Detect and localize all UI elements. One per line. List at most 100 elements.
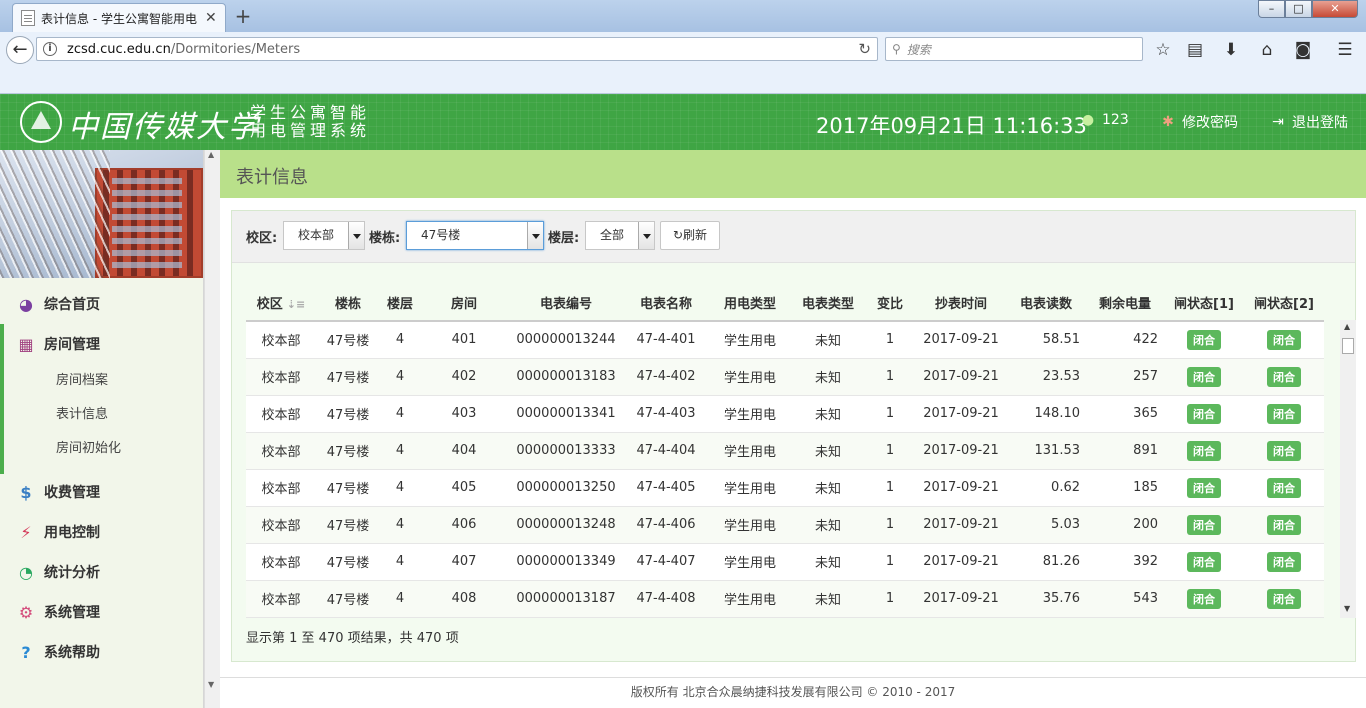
scroll-up-icon[interactable]: ▲ — [208, 150, 214, 159]
refresh-label: 刷新 — [683, 228, 708, 242]
scroll-thumb[interactable] — [1342, 338, 1354, 354]
search-icon: ⚲ — [892, 42, 901, 56]
table-cell: 000000013333 — [508, 432, 624, 470]
maximize-button[interactable]: □ — [1285, 0, 1312, 18]
building-select[interactable]: 47号楼 — [406, 221, 544, 250]
table-row[interactable]: 校本部 47号楼 4 403 000000013341 47-4-403 学生用电 未知 1 20… — [246, 395, 1324, 433]
column-header[interactable]: 房间 — [420, 284, 508, 322]
tab-title: 表计信息 - 学生公寓智能用电 — [41, 11, 197, 26]
refresh-icon: ↻ — [672, 228, 684, 242]
back-arrow-icon[interactable]: ← — [6, 36, 34, 64]
sidebar-item-help[interactable]: ? 系统帮助 — [0, 632, 203, 672]
new-tab-button[interactable]: + — [234, 4, 252, 28]
table-row[interactable]: 校本部 47号楼 4 406 000000013248 47-4-406 学生用电 未知 1 20… — [246, 506, 1324, 544]
table-row[interactable]: 校本部 47号楼 4 407 000000013349 47-4-407 学生用电 未知 1 20… — [246, 543, 1324, 581]
table-cell: 2017-09-21 — [916, 543, 1006, 581]
table-cell: 000000013248 — [508, 506, 624, 544]
column-header[interactable]: 闸状态[1] — [1164, 284, 1244, 322]
submenu-item-room-init[interactable]: 房间初始化 — [0, 432, 203, 466]
column-header-label: 电表编号 — [539, 296, 592, 312]
pocket-icon[interactable]: ◙ — [1292, 40, 1314, 60]
table-cell: 47-4-404 — [624, 432, 708, 470]
table-cell: 学生用电 — [708, 432, 792, 470]
column-header[interactable]: 楼层 — [380, 284, 420, 322]
table-cell: 闭合 — [1164, 358, 1244, 396]
sidebar-item-label: 系统帮助 — [44, 645, 100, 661]
table-row[interactable]: 校本部 47号楼 4 404 000000013333 47-4-404 学生用电 未知 1 20… — [246, 432, 1324, 470]
change-password-label: 修改密码 — [1182, 115, 1238, 131]
submenu-item-room-archive[interactable]: 房间档案 — [0, 364, 203, 398]
table-cell: 422 — [1086, 321, 1164, 359]
column-header[interactable]: 楼栋 — [316, 284, 380, 322]
table-cell: 闭合 — [1164, 321, 1244, 359]
column-header-label: 楼栋 — [334, 296, 361, 312]
table-row[interactable]: 校本部 47号楼 4 401 000000013244 47-4-401 学生用电 未知 1 20… — [246, 321, 1324, 359]
browser-tab[interactable]: 表计信息 - 学生公寓智能用电 ✕ — [12, 3, 226, 32]
column-header-label: 用电类型 — [723, 296, 776, 312]
user-link[interactable]: ● 123 — [1080, 112, 1129, 128]
table-cell: 4 — [380, 358, 420, 396]
address-bar[interactable]: i zcsd.cuc.edu.cn/Dormitories/Meters ↻ — [36, 37, 878, 61]
table-cell: 47-4-407 — [624, 543, 708, 581]
current-datetime: 2017年09月21日 11:16:33 — [816, 114, 1087, 138]
column-header[interactable]: 电表编号 — [508, 284, 624, 322]
column-header[interactable]: 用电类型 — [708, 284, 792, 322]
download-icon[interactable]: ⬇ — [1220, 40, 1242, 60]
column-header[interactable]: 闸状态[2] — [1244, 284, 1324, 322]
browser-search-input[interactable]: ⚲ 搜索 — [885, 37, 1143, 61]
sidebar-item-system[interactable]: ⚙ 系统管理 — [0, 592, 203, 632]
home-icon[interactable]: ⌂ — [1256, 40, 1278, 60]
table-cell: 47-4-403 — [624, 395, 708, 433]
column-header[interactable]: 剩余电量 — [1086, 284, 1164, 322]
sort-icon[interactable]: ⇣≡ — [287, 298, 305, 311]
tab-close-icon[interactable]: ✕ — [205, 10, 217, 26]
table-cell: 81.26 — [1006, 543, 1086, 581]
table-row[interactable]: 校本部 47号楼 4 408 000000013187 47-4-408 学生用电 未知 1 20… — [246, 580, 1324, 618]
table-row[interactable]: 校本部 47号楼 4 405 000000013250 47-4-405 学生用电 未知 1 20… — [246, 469, 1324, 507]
sidebar-item-home[interactable]: ◕ 综合首页 — [0, 284, 203, 324]
sidebar-item-room-management[interactable]: ▦ 房间管理 — [0, 324, 203, 474]
column-header[interactable]: 电表读数 — [1006, 284, 1086, 322]
submenu-item-meter-info[interactable]: 表计信息 — [0, 398, 203, 432]
column-header[interactable]: 变比 — [864, 284, 916, 322]
campus-select-value: 校本部 — [298, 228, 335, 242]
dollar-icon: $ — [20, 482, 32, 502]
logout-link[interactable]: ⇥ 退出登陆 — [1270, 112, 1348, 132]
table-cell: 47号楼 — [316, 506, 380, 544]
column-header[interactable]: 校区 ⇣≡ — [246, 284, 316, 322]
reading-list-icon[interactable]: ▤ — [1184, 40, 1206, 60]
column-header-label: 剩余电量 — [1098, 296, 1151, 312]
reload-icon[interactable]: ↻ — [858, 40, 871, 58]
column-header[interactable]: 电表名称 — [624, 284, 708, 322]
window-close-button[interactable]: ✕ — [1312, 0, 1358, 18]
column-header[interactable]: 抄表时间 — [916, 284, 1006, 322]
column-header[interactable]: 电表类型 — [792, 284, 864, 322]
table-cell: 未知 — [792, 580, 864, 618]
scroll-up-icon[interactable]: ▲ — [1344, 322, 1350, 331]
scroll-down-icon[interactable]: ▼ — [1344, 604, 1350, 613]
refresh-button[interactable]: ↻刷新 — [660, 221, 720, 250]
change-password-link[interactable]: ✱ 修改密码 — [1160, 112, 1238, 132]
page-header: 表计信息 — [220, 150, 1366, 198]
sidebar-item-power-control[interactable]: ⚡ 用电控制 — [0, 512, 203, 552]
floor-select[interactable]: 全部 — [585, 221, 655, 250]
switch-status-badge: 闭合 — [1187, 329, 1221, 350]
info-icon[interactable]: i — [43, 42, 57, 56]
table-cell: 校本部 — [246, 358, 316, 396]
table-scrollbar[interactable]: ▲ ▼ — [1340, 320, 1356, 618]
switch-status-badge: 闭合 — [1187, 551, 1221, 572]
sidebar-item-statistics[interactable]: ◔ 统计分析 — [0, 552, 203, 592]
asterisk-icon: ✱ — [1162, 114, 1174, 130]
table-row[interactable]: 校本部 47号楼 4 402 000000013183 47-4-402 学生用电 未知 1 20… — [246, 358, 1324, 396]
page-title: 表计信息 — [236, 167, 308, 188]
sidebar-item-billing[interactable]: $ 收费管理 — [0, 472, 203, 512]
scroll-down-icon[interactable]: ▼ — [208, 680, 214, 689]
minimize-button[interactable]: – — [1258, 0, 1285, 18]
table-cell: 4 — [380, 469, 420, 507]
hamburger-menu-icon[interactable]: ☰ — [1334, 40, 1356, 60]
star-icon[interactable]: ☆ — [1152, 40, 1174, 60]
system-name: 学生公寓智能用电管理系统 — [250, 103, 371, 140]
campus-select[interactable]: 校本部 — [283, 221, 365, 250]
table-cell: 学生用电 — [708, 580, 792, 618]
sidebar-scrollbar[interactable]: ▲ ▼ — [204, 150, 220, 708]
